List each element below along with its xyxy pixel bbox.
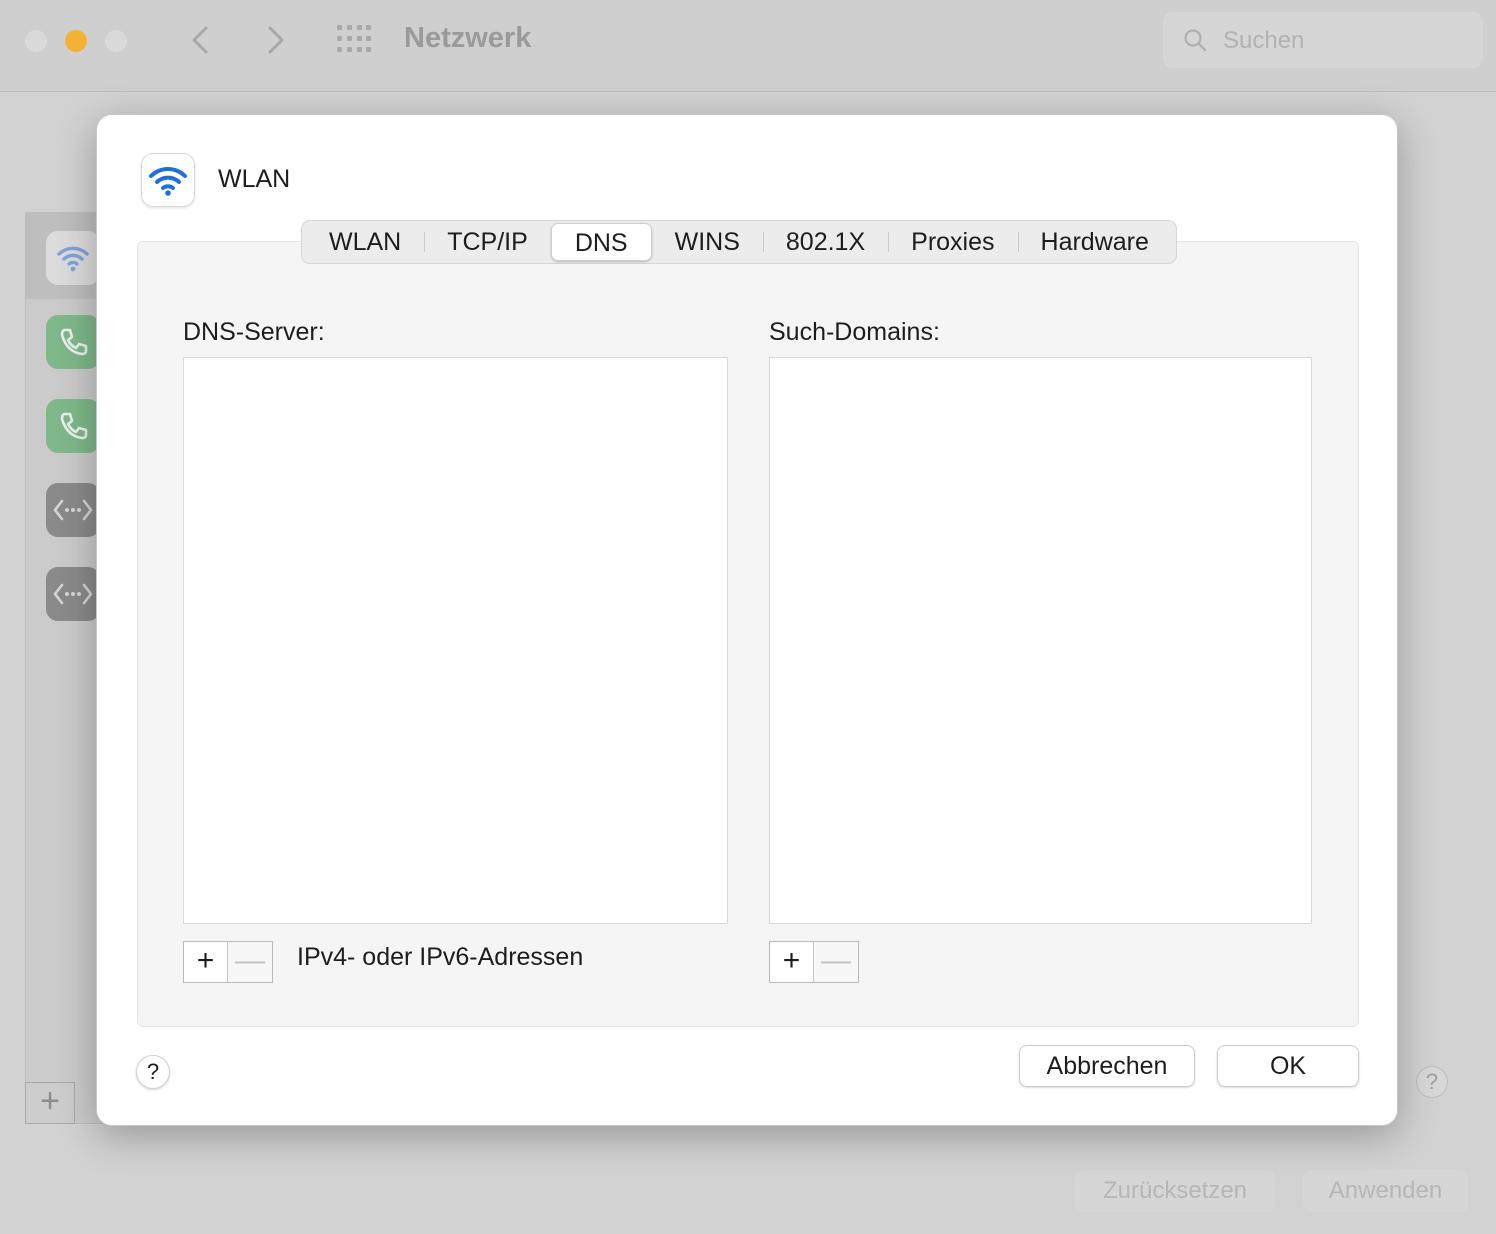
search-domains-plus-minus: + —: [769, 941, 859, 983]
add-search-domain-button[interactable]: +: [770, 942, 814, 982]
ethernet-icon: [53, 499, 93, 521]
chevron-left-icon: [192, 26, 208, 54]
forward-button[interactable]: [260, 22, 290, 58]
search-domains-list[interactable]: [769, 357, 1312, 924]
search-domains-label: Such-Domains:: [769, 318, 940, 346]
dns-server-label: DNS-Server:: [183, 318, 325, 346]
add-service-button[interactable]: +: [25, 1082, 75, 1124]
search-icon: [1184, 29, 1207, 52]
phone-icon: [60, 412, 88, 440]
ethernet-icon: [53, 583, 93, 605]
service-name: WLAN: [218, 165, 291, 193]
show-all-grid-icon[interactable]: [337, 25, 373, 55]
maximize-window-button[interactable]: [105, 30, 127, 52]
chevron-right-icon: [268, 26, 284, 54]
dns-server-hint: IPv4- oder IPv6-Adressen: [297, 943, 584, 971]
service-icon: [141, 153, 195, 207]
window-titlebar: Netzwerk: [0, 0, 1496, 92]
wifi-icon: [57, 246, 89, 272]
dns-server-list[interactable]: [183, 357, 728, 924]
close-window-button[interactable]: [25, 30, 47, 52]
minimize-window-button[interactable]: [65, 30, 87, 52]
reset-button[interactable]: Zurücksetzen: [1075, 1170, 1275, 1212]
tab-dns[interactable]: DNS: [550, 223, 652, 261]
window-title: Netzwerk: [404, 22, 532, 54]
wifi-icon: [149, 166, 187, 196]
service-list-sidebar: [25, 212, 106, 1124]
tab-proxies[interactable]: Proxies: [888, 223, 1017, 261]
add-dns-server-button[interactable]: +: [184, 942, 228, 982]
phone-icon: [60, 328, 88, 356]
ok-button[interactable]: OK: [1217, 1045, 1359, 1087]
tab-wlan[interactable]: WLAN: [306, 223, 424, 261]
apply-button[interactable]: Anwenden: [1303, 1170, 1468, 1212]
tab-8021x[interactable]: 802.1X: [762, 223, 888, 261]
search-field[interactable]: [1163, 12, 1483, 68]
back-button[interactable]: [186, 22, 216, 58]
tab-tcpip[interactable]: TCP/IP: [424, 223, 551, 261]
sidebar-item-ethernet-2[interactable]: [46, 567, 100, 621]
sidebar-item-phone-2[interactable]: [46, 399, 100, 453]
help-button[interactable]: ?: [136, 1055, 170, 1089]
sidebar-item-ethernet-1[interactable]: [46, 483, 100, 537]
advanced-settings-sheet: WLAN WLAN TCP/IP DNS WINS 802.1X Proxies…: [96, 114, 1398, 1126]
background-help-button[interactable]: ?: [1416, 1066, 1448, 1098]
tab-bar: WLAN TCP/IP DNS WINS 802.1X Proxies Hard…: [301, 220, 1177, 264]
remove-search-domain-button[interactable]: —: [814, 942, 858, 982]
dns-server-plus-minus: + —: [183, 941, 273, 983]
tab-hardware[interactable]: Hardware: [1017, 223, 1172, 261]
sidebar-item-phone-1[interactable]: [46, 315, 100, 369]
cancel-button[interactable]: Abbrechen: [1019, 1045, 1195, 1087]
search-input[interactable]: [1223, 26, 1463, 56]
sidebar-item-wlan[interactable]: [46, 231, 100, 285]
remove-dns-server-button[interactable]: —: [228, 942, 272, 982]
tab-wins[interactable]: WINS: [652, 223, 763, 261]
